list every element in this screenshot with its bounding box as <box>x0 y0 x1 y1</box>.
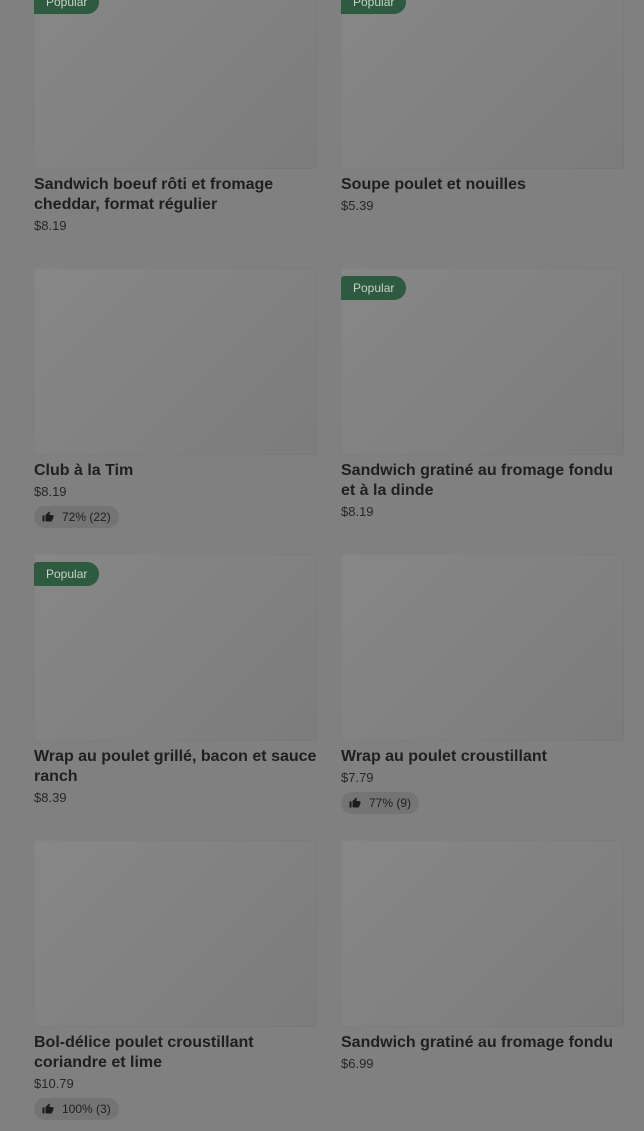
item-name: Soupe poulet et nouilles <box>341 176 526 193</box>
product-image[interactable]: Popular <box>341 0 624 169</box>
rating-text: 77% (9) <box>369 796 412 810</box>
item-price: $8.19 <box>341 504 374 519</box>
product-image[interactable] <box>34 840 317 1027</box>
popular-badge: Popular <box>341 0 407 14</box>
rating-pill: 77% (9) <box>341 792 420 814</box>
rating-pill: 100% (3) <box>34 1098 119 1120</box>
item-name: Bol-délice poulet croustillant coriandre… <box>34 1034 254 1071</box>
menu-item-card[interactable]: Sandwich gratiné au fromage fondu $6.99 <box>341 840 624 1126</box>
menu-item-card[interactable]: Popular Sandwich gratiné au fromage fond… <box>341 268 624 554</box>
item-name: Sandwich boeuf rôti et fromage cheddar, … <box>34 176 274 213</box>
item-name: Sandwich gratiné au fromage fondu <box>341 1034 614 1051</box>
item-name: Wrap au poulet grillé, bacon et sauce ra… <box>34 748 317 785</box>
item-name: Club à la Tim <box>34 462 134 479</box>
popular-badge: Popular <box>341 276 407 300</box>
rating-text: 100% (3) <box>62 1102 111 1116</box>
menu-item-card[interactable]: Popular Sandwich boeuf rôti et fromage c… <box>34 0 317 268</box>
thumbs-up-icon <box>42 1103 54 1114</box>
product-image[interactable]: Popular <box>34 554 317 741</box>
item-price: $5.39 <box>341 198 374 213</box>
product-image[interactable]: Popular <box>341 268 624 455</box>
thumbs-up-icon <box>42 511 54 522</box>
item-price: $6.99 <box>341 1056 374 1071</box>
product-image[interactable] <box>34 268 317 455</box>
menu-item-card[interactable]: Popular Soupe poulet et nouilles $5.39 <box>341 0 624 268</box>
rating-text: 72% (22) <box>62 510 111 524</box>
menu-item-card[interactable]: Bol-délice poulet croustillant coriandre… <box>34 840 317 1126</box>
menu-item-card[interactable]: Club à la Tim $8.19 72% (22) <box>34 268 317 554</box>
menu-item-card[interactable]: Popular Wrap au poulet grillé, bacon et … <box>34 554 317 840</box>
item-price: $7.79 <box>341 770 374 785</box>
item-price: $8.39 <box>34 790 67 805</box>
thumbs-up-icon <box>349 797 361 808</box>
product-image[interactable]: Popular <box>34 0 317 169</box>
rating-pill: 72% (22) <box>34 506 119 528</box>
item-name: Sandwich gratiné au fromage fondu et à l… <box>341 462 614 499</box>
product-image[interactable] <box>341 554 624 741</box>
popular-badge: Popular <box>34 0 100 14</box>
item-price: $8.19 <box>34 484 67 499</box>
product-image[interactable] <box>341 840 624 1027</box>
menu-grid: Popular Sandwich boeuf rôti et fromage c… <box>34 0 624 1126</box>
popular-badge: Popular <box>34 562 100 586</box>
item-price: $8.19 <box>34 218 67 233</box>
item-price: $10.79 <box>34 1076 74 1091</box>
menu-item-card[interactable]: Wrap au poulet croustillant $7.79 77% (9… <box>341 554 624 840</box>
item-name: Wrap au poulet croustillant <box>341 748 547 765</box>
